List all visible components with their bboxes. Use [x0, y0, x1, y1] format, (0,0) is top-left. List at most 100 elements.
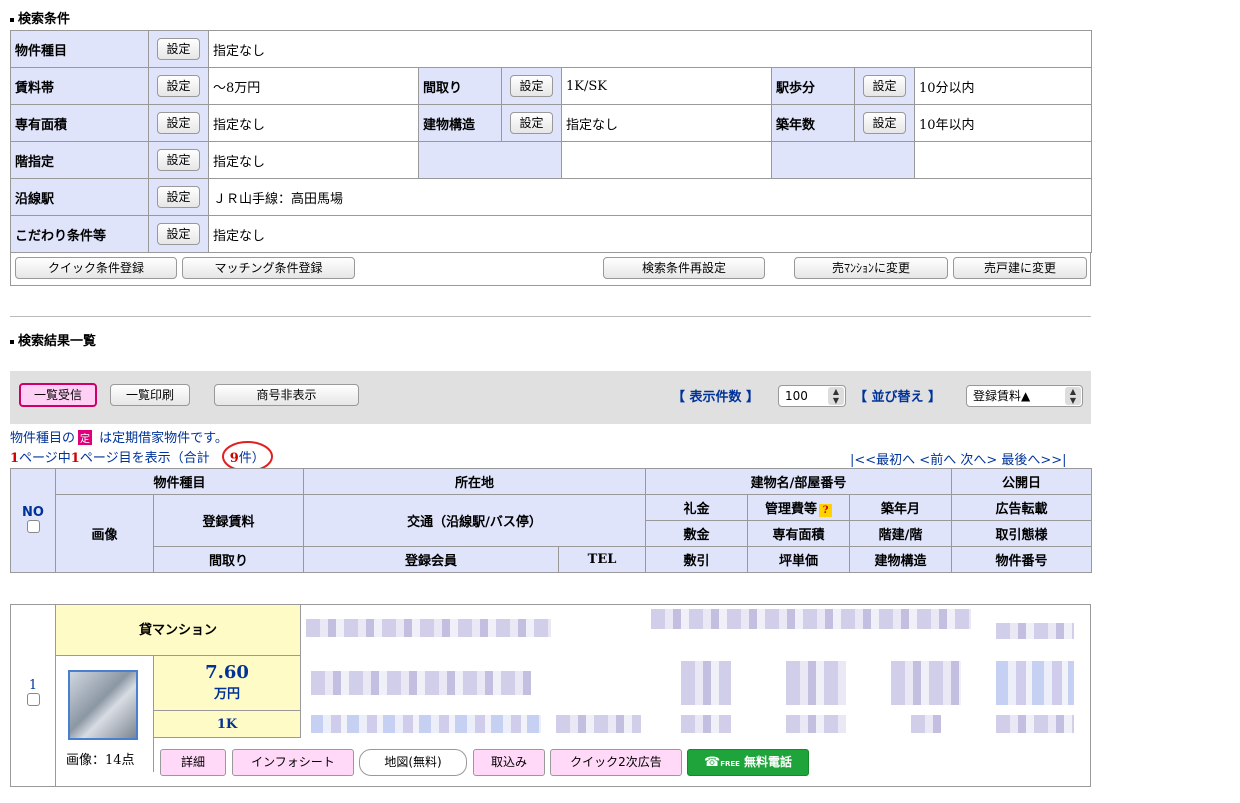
cond-value-walk: 10分以内: [913, 67, 1093, 105]
set-area-button[interactable]: 設定: [157, 112, 200, 134]
empty-cell: [771, 141, 915, 179]
matching-condition-register-button[interactable]: マッチング条件登録: [182, 257, 355, 279]
cond-value-age: 10年以内: [913, 104, 1093, 142]
header-member: 登録会員: [303, 546, 560, 573]
header-property-type: 物件種目: [54, 468, 305, 495]
sort-label: 【 並び替え 】: [854, 390, 942, 405]
cond-value-layout: 1K/SK: [561, 67, 772, 105]
pager-links[interactable]: |<<最初へ <前へ 次へ> 最後へ>>|: [850, 449, 1067, 468]
results-header-table: NO 物件種目 所在地 建物名/部屋番号 公開日 画像 登録賃料 交通（沿線駅/…: [10, 468, 1093, 573]
empty-cell: [913, 141, 1093, 179]
set-structure-button[interactable]: 設定: [510, 112, 553, 134]
header-building: 建物名/部屋番号: [645, 468, 953, 495]
cond-value-property-type: 指定なし: [207, 30, 1093, 68]
cond-value-floor: 指定なし: [208, 141, 419, 179]
change-to-mansion-button[interactable]: 売ﾏﾝｼｮﾝに変更: [794, 257, 948, 279]
set-special-button[interactable]: 設定: [157, 223, 200, 245]
blurred-built: [891, 661, 961, 705]
set-station-button[interactable]: 設定: [157, 186, 200, 208]
info-sheet-button[interactable]: インフォシート: [232, 749, 354, 776]
phone-icon: ☎: [704, 755, 721, 770]
header-structure: 建物構造: [849, 546, 953, 573]
cond-label-age: 築年数: [771, 104, 855, 142]
blurred-traffic: [311, 671, 531, 695]
blurred-unit-price: [786, 715, 846, 733]
results-toolbar: 一覧受信 一覧印刷 商号非表示 【 表示件数 】 100 ▲ ▼ 【 並び替え 】 …: [10, 371, 1091, 424]
set-property-type-button[interactable]: 設定: [157, 38, 200, 60]
cond-value-rent: 〜8万円: [208, 67, 419, 105]
updown-icon: ▲ ▼: [828, 387, 844, 405]
header-ad: 広告転載: [951, 494, 1093, 521]
header-layout: 間取り: [152, 546, 305, 573]
header-unit-price: 坪単価: [747, 546, 851, 573]
property-thumbnail[interactable]: [68, 670, 138, 740]
cond-value-structure: 指定なし: [561, 104, 772, 142]
blurred-property-no: [996, 715, 1074, 733]
results-title: 検索結果一覧: [10, 330, 96, 349]
result-rent: 7.60 万円: [154, 656, 301, 711]
quick-secondary-ad-button[interactable]: クイック2次広告: [550, 749, 682, 776]
set-age-button[interactable]: 設定: [863, 112, 906, 134]
blurred-member: [311, 715, 541, 733]
cond-label-layout: 間取り: [418, 67, 502, 105]
section-divider: [10, 316, 1091, 317]
hide-trade-name-button[interactable]: 商号非表示: [214, 384, 359, 406]
cond-label-station: 沿線駅: [10, 178, 149, 216]
blurred-tel: [556, 715, 641, 733]
detail-button[interactable]: 詳細: [160, 749, 226, 776]
blurred-deduction: [681, 715, 731, 733]
header-rent: 登録賃料: [152, 494, 305, 547]
select-all-checkbox[interactable]: [26, 519, 40, 533]
result-no-cell: 1: [11, 605, 56, 786]
blurred-published: [996, 623, 1074, 639]
search-conditions-table: 物件種目 設定 指定なし 賃料帯 設定 〜8万円 間取り 設定 1K/SK 駅歩…: [10, 30, 1093, 253]
blurred-location: [306, 619, 551, 637]
cond-label-special: こだわり条件等: [10, 215, 149, 253]
import-button[interactable]: 取込み: [473, 749, 545, 776]
set-floor-button[interactable]: 設定: [157, 149, 200, 171]
cond-label-property-type: 物件種目: [10, 30, 149, 68]
header-key-money: 礼金: [645, 494, 749, 521]
map-button[interactable]: 地図(無料): [359, 749, 467, 776]
updown-icon: ▲ ▼: [1065, 387, 1081, 405]
sort-select[interactable]: 登録賃料▲ ▲ ▼: [966, 385, 1083, 407]
free-call-button[interactable]: ☎FREE 無料電話: [687, 749, 809, 776]
cond-value-area: 指定なし: [208, 104, 419, 142]
set-layout-button[interactable]: 設定: [510, 75, 553, 97]
row-checkbox[interactable]: [26, 693, 40, 706]
header-floors: 階建/階: [849, 520, 953, 547]
header-image: 画像: [55, 494, 154, 573]
receive-list-button[interactable]: 一覧受信: [19, 383, 97, 407]
quick-condition-register-button[interactable]: クイック条件登録: [15, 257, 177, 279]
search-conditions-title: 検索条件: [10, 8, 70, 27]
header-property-no: 物件番号: [951, 546, 1093, 573]
blurred-structure: [911, 715, 941, 733]
set-walk-button[interactable]: 設定: [863, 75, 906, 97]
cond-label-floor: 階指定: [10, 141, 149, 179]
cond-value-special: 指定なし: [207, 215, 1093, 253]
change-to-house-button[interactable]: 売戸建に変更: [953, 257, 1087, 279]
header-mgmt-fee: 管理費等?: [747, 494, 851, 521]
per-page-select[interactable]: 100 ▲ ▼: [778, 385, 846, 407]
result-type: 貸マンション: [56, 605, 301, 656]
set-rent-button[interactable]: 設定: [157, 75, 200, 97]
blurred-key-money: [681, 661, 731, 705]
cond-label-area: 専有面積: [10, 104, 149, 142]
fixed-term-badge: 定: [78, 430, 93, 445]
result-image-cell: 画像：14点: [56, 656, 154, 772]
help-icon[interactable]: ?: [819, 504, 833, 517]
header-location: 所在地: [303, 468, 647, 495]
cond-label-structure: 建物構造: [418, 104, 502, 142]
header-trade: 取引態様: [951, 520, 1093, 547]
reset-conditions-button[interactable]: 検索条件再設定: [603, 257, 765, 279]
header-area: 専有面積: [747, 520, 851, 547]
header-deposit: 敷金: [645, 520, 749, 547]
cond-label-rent: 賃料帯: [10, 67, 149, 105]
cond-label-walk: 駅歩分: [771, 67, 855, 105]
result-layout: 1K: [154, 711, 301, 738]
header-built: 築年月: [849, 494, 953, 521]
cond-value-station: ＪＲ山手線：高田馬場: [207, 178, 1093, 216]
print-list-button[interactable]: 一覧印刷: [110, 384, 190, 406]
header-tel: TEL: [558, 546, 647, 573]
fixed-term-note: 物件種目の定 は定期借家物件です。: [10, 430, 228, 446]
